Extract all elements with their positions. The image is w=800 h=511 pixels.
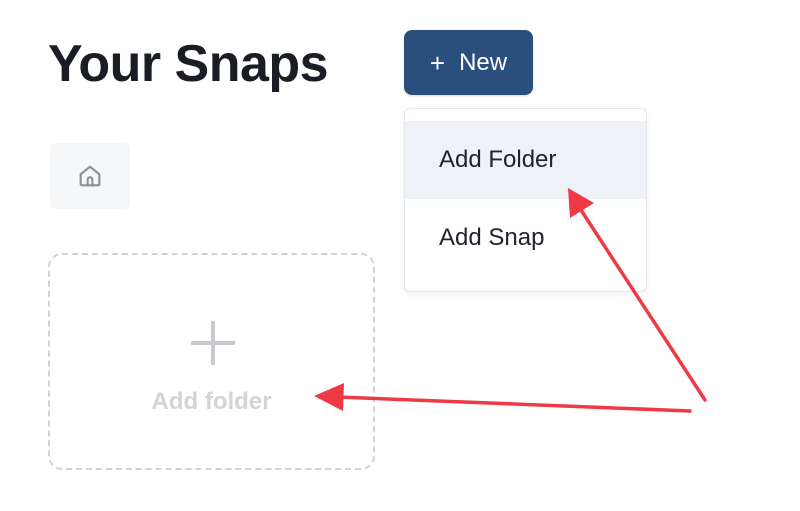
menu-item-add-folder[interactable]: Add Folder: [405, 121, 646, 199]
app-screen: Your Snaps + New Add Folder Add Snap Add…: [0, 0, 800, 511]
plus-icon: +: [429, 47, 446, 78]
menu-item-label: Add Folder: [439, 146, 557, 173]
menu-item-add-snap[interactable]: Add Snap: [405, 199, 646, 277]
new-button[interactable]: + New: [404, 30, 533, 95]
new-dropdown-menu: Add Folder Add Snap: [404, 108, 647, 292]
breadcrumb-home[interactable]: [50, 143, 130, 209]
home-icon: [79, 165, 101, 187]
add-folder-card[interactable]: Add folder: [48, 253, 375, 470]
plus-icon: [191, 321, 235, 365]
page-title: Your Snaps: [48, 35, 329, 93]
menu-item-label: Add Snap: [439, 224, 545, 251]
new-button-label: New: [459, 48, 508, 76]
add-folder-label: Add folder: [151, 388, 272, 415]
